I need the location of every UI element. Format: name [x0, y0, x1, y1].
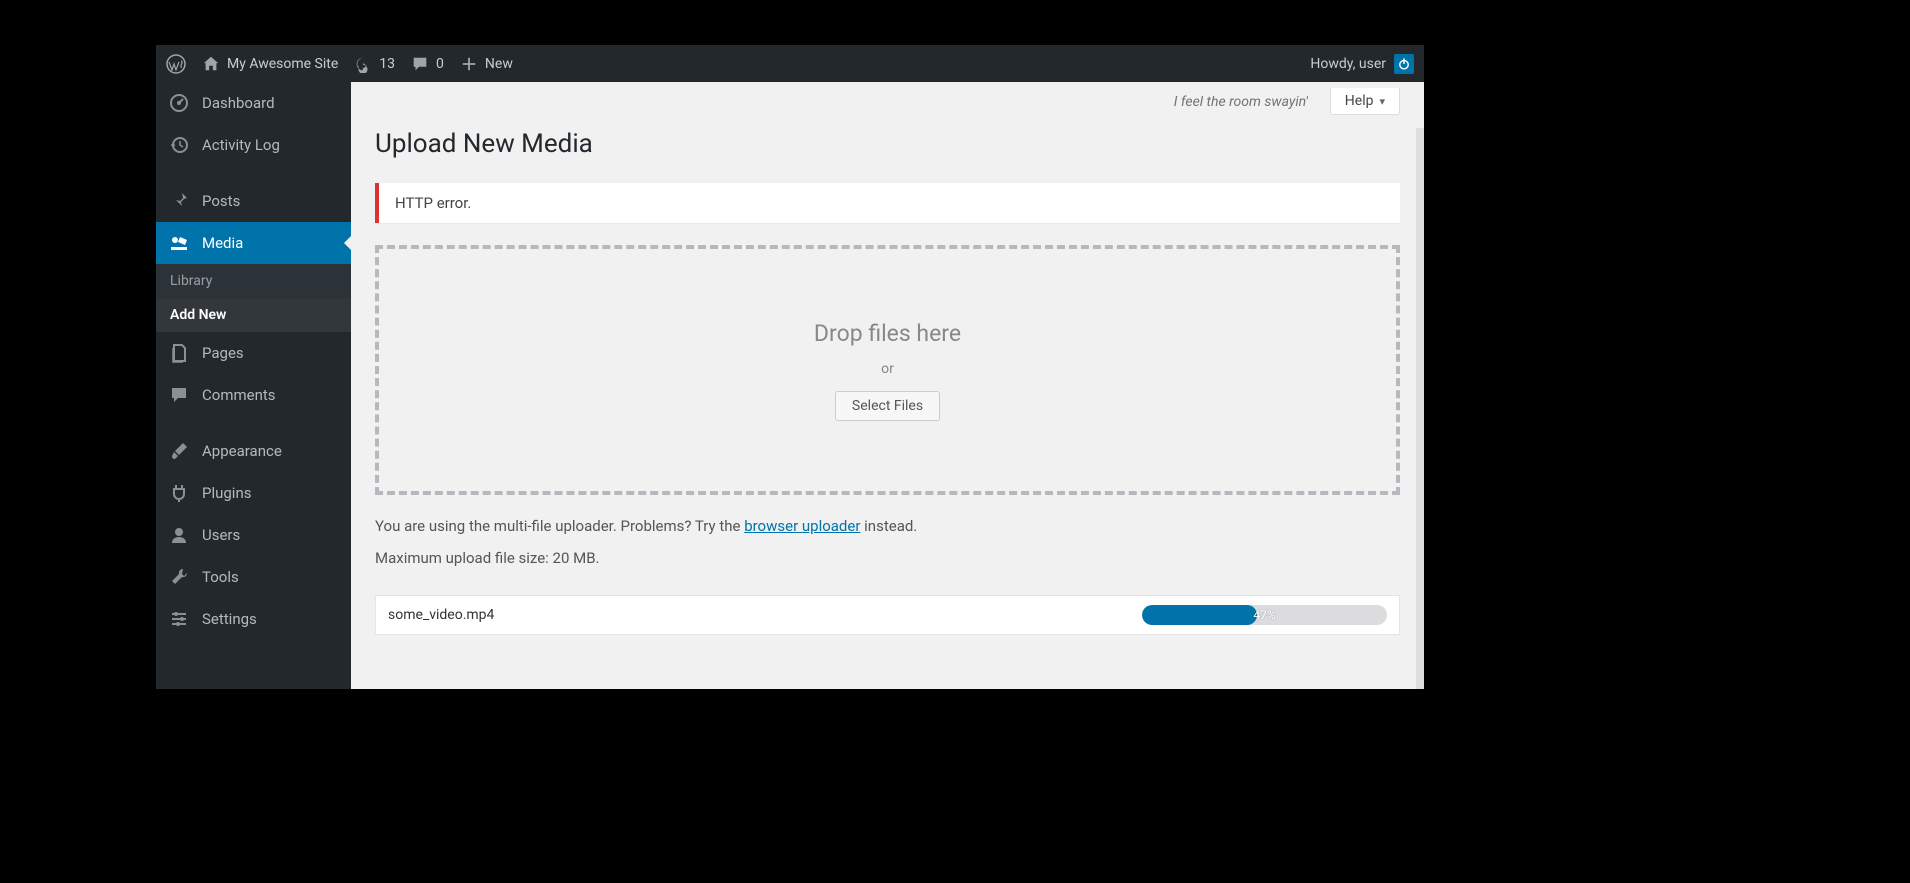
- submenu-library[interactable]: Library: [156, 264, 351, 298]
- menu-settings[interactable]: Settings: [156, 598, 351, 640]
- history-icon: [169, 135, 189, 155]
- help-tab[interactable]: Help: [1330, 88, 1400, 115]
- error-text: HTTP error.: [395, 194, 471, 212]
- menu-label: Dashboard: [202, 94, 275, 112]
- plus-icon: [460, 55, 478, 73]
- user-avatar[interactable]: [1394, 54, 1414, 74]
- menu-label: Posts: [202, 192, 240, 210]
- scrollbar[interactable]: [1416, 128, 1424, 689]
- wordpress-logo[interactable]: [166, 54, 186, 74]
- hint-pre: You are using the multi-file uploader. P…: [375, 517, 744, 535]
- menu-label: Users: [202, 526, 240, 544]
- menu-label: Pages: [202, 344, 244, 362]
- menu-separator: [156, 416, 351, 430]
- comments-count: 0: [436, 56, 444, 72]
- site-name-label: My Awesome Site: [227, 56, 338, 72]
- progress-percent: 47%: [1142, 605, 1387, 625]
- page-title: Upload New Media: [375, 129, 1400, 159]
- max-upload-size: Maximum upload file size: 20 MB.: [375, 549, 1400, 567]
- menu-dashboard[interactable]: Dashboard: [156, 82, 351, 124]
- error-notice: HTTP error.: [375, 183, 1400, 223]
- menu-label: Media: [202, 234, 243, 252]
- progress-bar: 47%: [1142, 605, 1387, 625]
- dashboard-icon: [169, 93, 189, 113]
- refresh-icon: [354, 55, 372, 73]
- menu-label: Tools: [202, 568, 239, 586]
- brush-icon: [169, 441, 189, 461]
- admin-menu: Dashboard Activity Log Posts Media Libra…: [156, 82, 351, 689]
- updates-link[interactable]: 13: [354, 55, 395, 73]
- menu-media[interactable]: Media: [156, 222, 351, 264]
- comment-icon: [411, 55, 429, 73]
- updates-count: 13: [379, 56, 395, 72]
- select-files-button[interactable]: Select Files: [835, 391, 940, 421]
- wp-body: Dashboard Activity Log Posts Media Libra…: [156, 82, 1424, 689]
- uploader-hint: You are using the multi-file uploader. P…: [375, 517, 1400, 535]
- dropzone-or: or: [881, 361, 894, 377]
- browser-uploader-link[interactable]: browser uploader: [744, 517, 860, 535]
- menu-label: Appearance: [202, 442, 282, 460]
- site-home-link[interactable]: My Awesome Site: [202, 55, 338, 73]
- pushpin-icon: [169, 191, 189, 211]
- menu-plugins[interactable]: Plugins: [156, 472, 351, 514]
- new-content-link[interactable]: New: [460, 55, 513, 73]
- upload-filename: some_video.mp4: [388, 607, 494, 623]
- menu-pages[interactable]: Pages: [156, 332, 351, 374]
- menu-appearance[interactable]: Appearance: [156, 430, 351, 472]
- comment-icon: [169, 385, 189, 405]
- content-area: I feel the room swayin' Help Upload New …: [351, 82, 1424, 689]
- menu-comments[interactable]: Comments: [156, 374, 351, 416]
- hint-post: instead.: [860, 517, 917, 535]
- comments-link[interactable]: 0: [411, 55, 444, 73]
- menu-tools[interactable]: Tools: [156, 556, 351, 598]
- dropzone-title: Drop files here: [814, 320, 961, 347]
- wp-admin-window: My Awesome Site 13 0 New Howdy, user: [156, 45, 1424, 689]
- menu-label: Settings: [202, 610, 257, 628]
- menu-separator: [156, 166, 351, 180]
- plug-icon: [169, 483, 189, 503]
- menu-posts[interactable]: Posts: [156, 180, 351, 222]
- menu-activity-log[interactable]: Activity Log: [156, 124, 351, 166]
- admin-bar-right: Howdy, user: [1310, 54, 1414, 74]
- pages-icon: [169, 343, 189, 363]
- menu-users[interactable]: Users: [156, 514, 351, 556]
- menu-label: Plugins: [202, 484, 251, 502]
- admin-bar-left: My Awesome Site 13 0 New: [166, 54, 513, 74]
- greeting-text[interactable]: Howdy, user: [1310, 56, 1386, 72]
- tagline-text: I feel the room swayin': [1174, 94, 1308, 110]
- sliders-icon: [169, 609, 189, 629]
- menu-label: Activity Log: [202, 136, 280, 154]
- admin-bar: My Awesome Site 13 0 New Howdy, user: [156, 45, 1424, 82]
- media-icon: [169, 233, 189, 253]
- wrench-icon: [169, 567, 189, 587]
- power-icon: [1397, 57, 1411, 71]
- home-icon: [202, 55, 220, 73]
- wordpress-icon: [166, 54, 186, 74]
- menu-label: Comments: [202, 386, 276, 404]
- upload-dropzone[interactable]: Drop files here or Select Files: [375, 245, 1400, 495]
- menu-media-submenu: Library Add New: [156, 264, 351, 332]
- new-label: New: [485, 56, 513, 72]
- user-icon: [169, 525, 189, 545]
- screen-meta: I feel the room swayin' Help: [375, 88, 1400, 115]
- help-label: Help: [1345, 93, 1374, 109]
- submenu-add-new[interactable]: Add New: [156, 298, 351, 332]
- upload-progress-row: some_video.mp4 47%: [375, 595, 1400, 635]
